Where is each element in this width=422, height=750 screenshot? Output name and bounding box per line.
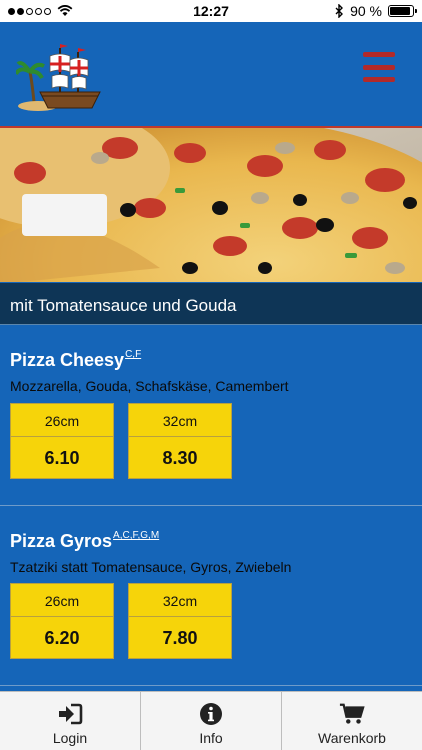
price-option-button[interactable]: 32cm 8.30 (128, 403, 232, 479)
battery-icon (388, 5, 417, 17)
item-description: Tzatziki statt Tomatensauce, Gyros, Zwie… (10, 559, 292, 575)
item-title[interactable]: Pizza GyrosA,C,F,G,M (10, 530, 159, 552)
price-size: 32cm (129, 404, 231, 437)
tab-login[interactable]: Login (0, 692, 141, 750)
price-size: 32cm (129, 584, 231, 617)
item-title[interactable]: Pizza CheesyC,F (10, 349, 141, 371)
status-right: 90 % (274, 3, 417, 19)
header (0, 22, 422, 126)
tab-cart[interactable]: Warenkorb (282, 692, 422, 750)
status-left (8, 5, 148, 17)
allergen-codes[interactable]: A,C,F,G,M (113, 530, 159, 541)
wifi-icon (57, 5, 73, 16)
hero-pizza-image (0, 126, 422, 282)
tab-label: Info (199, 730, 223, 746)
item-divider (0, 505, 422, 506)
bottom-tab-bar: Login Info Warenkorb (0, 691, 422, 750)
battery-level (390, 7, 410, 15)
price-value: 7.80 (162, 628, 198, 648)
hamburger-menu-icon[interactable] (363, 52, 395, 82)
price-option-button[interactable]: 26cm 6.20 (10, 583, 114, 659)
tab-info[interactable]: Info (141, 692, 282, 750)
category-title: mit Tomatensauce und Gouda (0, 283, 422, 325)
login-icon (57, 702, 83, 726)
price-option-button[interactable]: 32cm 7.80 (128, 583, 232, 659)
item-divider (0, 685, 422, 686)
battery-percent: 90 % (350, 3, 382, 19)
status-time: 12:27 (193, 3, 229, 19)
signal-strength-icon (8, 7, 51, 15)
price-value: 6.20 (44, 628, 80, 648)
price-option-button[interactable]: 26cm 6.10 (10, 403, 114, 479)
price-size: 26cm (11, 404, 113, 437)
status-bar: 12:27 90 % (0, 0, 422, 22)
cart-icon (339, 702, 365, 726)
pirate-ship-logo[interactable] (16, 42, 104, 112)
price-value: 8.30 (162, 448, 198, 468)
item-name: Pizza Cheesy (10, 350, 125, 370)
item-name: Pizza Gyros (10, 531, 113, 551)
price-size: 26cm (11, 584, 113, 617)
info-icon (198, 702, 224, 726)
item-description: Mozzarella, Gouda, Schafskäse, Camembert (10, 378, 289, 394)
allergen-codes[interactable]: C,F (125, 349, 141, 360)
price-value: 6.10 (44, 448, 80, 468)
bluetooth-icon (335, 4, 344, 18)
tab-label: Warenkorb (318, 730, 386, 746)
hero-overlay-box (22, 194, 107, 236)
tab-label: Login (52, 730, 88, 746)
